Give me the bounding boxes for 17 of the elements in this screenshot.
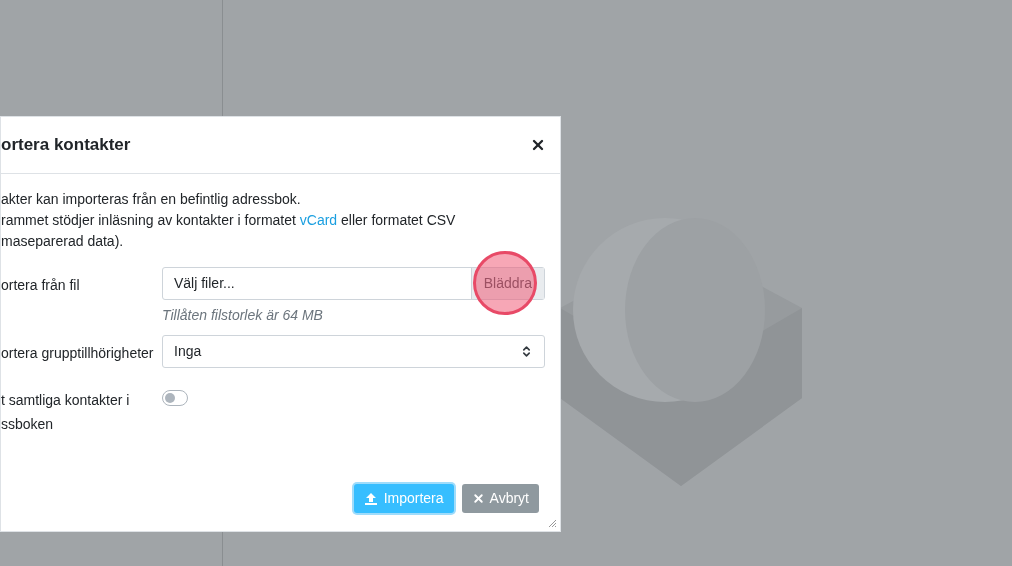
dialog-title: ortera kontakter [1, 134, 131, 157]
field-label: ortera grupptillhörigheter [1, 345, 154, 361]
select-field[interactable]: Inga [162, 335, 545, 368]
file-input-field[interactable]: Välj filer... Bläddra [162, 267, 545, 300]
click-highlight [473, 251, 537, 315]
resize-grip-icon[interactable] [548, 519, 557, 528]
field-label: t samtliga kontakter i ssboken [1, 392, 130, 432]
upload-icon [363, 491, 378, 506]
intro-text: akter kan importeras från en befintlig adressbok. rammet stödjer inläsning av kontakter i formatet vCard eller formatet CSV maseparerad data). [1, 190, 457, 251]
toggle-switch[interactable] [162, 390, 188, 406]
sort-icon [520, 345, 533, 358]
field-label: ortera från fil [1, 277, 80, 293]
close-icon [471, 492, 485, 505]
hint-text: Tillåten filstorlek är 64 MB [162, 306, 324, 325]
import-button[interactable]: Importera [353, 484, 454, 513]
cancel-button[interactable]: Avbryt [461, 484, 539, 513]
vcard-link[interactable]: vCard [299, 212, 338, 228]
